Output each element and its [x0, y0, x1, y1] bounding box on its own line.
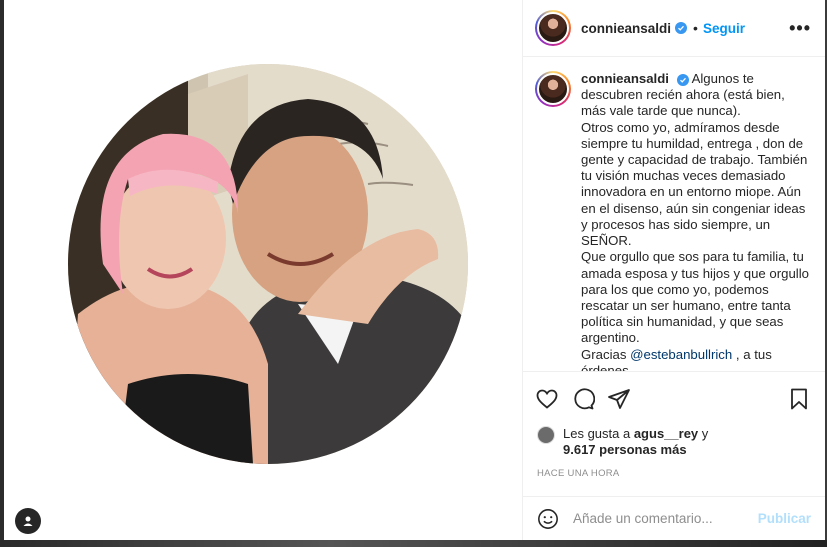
post-timestamp[interactable]: HACE UNA HORA — [523, 458, 825, 496]
caption-line: descubren recién ahora (está bien, — [581, 87, 785, 103]
post-sidebar: connieansaldi • Seguir ••• connieansaldi… — [523, 0, 825, 541]
add-comment-bar: Publicar — [523, 495, 825, 541]
post-photo — [68, 64, 468, 464]
verified-badge-icon — [676, 73, 689, 86]
comment-icon[interactable] — [571, 387, 595, 411]
publish-button[interactable]: Publicar — [758, 511, 811, 526]
caption-line: tu visión muchas veces demasiado — [581, 168, 786, 184]
caption-line: innovadora en un entorno miope. Aún — [581, 184, 801, 200]
caption-line: más vale tarde que nunca). — [581, 103, 741, 119]
mention-link[interactable]: @estebanbullrich — [630, 347, 732, 362]
thanks-suffix: , a tus — [732, 346, 772, 362]
caption-username[interactable]: connieansaldi — [581, 71, 669, 86]
likes-connector: y — [698, 426, 709, 442]
caption-line: y procesos has sido siempre, un — [581, 216, 771, 232]
caption-line: Algunos te — [691, 71, 754, 87]
likes-prefix: Les gusta a — [563, 426, 634, 442]
post-caption: connieansaldi Algunos te descubren recié… — [581, 71, 809, 371]
caption-line: en el disenso, aún sin congeniar ideas — [581, 200, 806, 216]
comments-section[interactable]: connieansaldi Algunos te descubren recié… — [523, 57, 825, 373]
caption-line: política sin humanidad, y que seas — [581, 314, 784, 330]
user-tag-icon[interactable] — [15, 508, 41, 534]
likes-count[interactable]: 9.617 personas más — [563, 442, 687, 457]
verified-badge-icon — [675, 22, 688, 35]
header-separator: • — [693, 20, 698, 37]
post-media[interactable] — [4, 0, 523, 541]
caption-line: SEÑOR. — [581, 233, 632, 249]
more-options-button[interactable]: ••• — [789, 18, 811, 39]
caption-thanks-line: Gracias @estebanbullrich , a tus — [581, 347, 809, 363]
caption-line: Que orgullo que sos para tu familia, tu — [581, 249, 804, 265]
emoji-icon[interactable] — [537, 508, 559, 530]
caption-line: siempre tu humildad, entrega , don de — [581, 135, 804, 151]
caption-line: para los que como yo, podemos — [581, 281, 769, 297]
thanks-prefix: Gracias — [581, 346, 631, 362]
heart-icon[interactable] — [535, 387, 559, 411]
author-username[interactable]: connieansaldi — [581, 21, 671, 36]
post-header: connieansaldi • Seguir ••• — [523, 0, 825, 58]
caption-line: amada esposa y tus hijos y que orgullo — [581, 265, 809, 281]
caption-line: gente y capacidad de trabajo. También — [581, 152, 808, 168]
share-icon[interactable] — [607, 387, 631, 411]
caption-line: rescatar un ser humano, entre tanta — [581, 297, 791, 313]
bookmark-icon[interactable] — [787, 387, 811, 411]
liker-username[interactable]: agus__rey — [634, 426, 698, 441]
caption-line: argentino. — [581, 330, 640, 346]
post-modal: connieansaldi • Seguir ••• connieansaldi… — [4, 0, 825, 541]
action-bar — [523, 372, 825, 426]
follow-button[interactable]: Seguir — [703, 21, 745, 36]
likes-summary: Les gusta a agus__rey y 9.617 personas m… — [523, 426, 825, 458]
comment-input[interactable] — [573, 511, 758, 527]
caption-line: Otros como yo, admíramos desde — [581, 119, 780, 135]
backdrop-bottom — [0, 540, 827, 547]
caption-line: órdenes. — [581, 362, 633, 373]
liker-avatar[interactable] — [537, 426, 555, 445]
caption-avatar[interactable] — [535, 71, 571, 108]
author-avatar[interactable] — [535, 10, 571, 47]
